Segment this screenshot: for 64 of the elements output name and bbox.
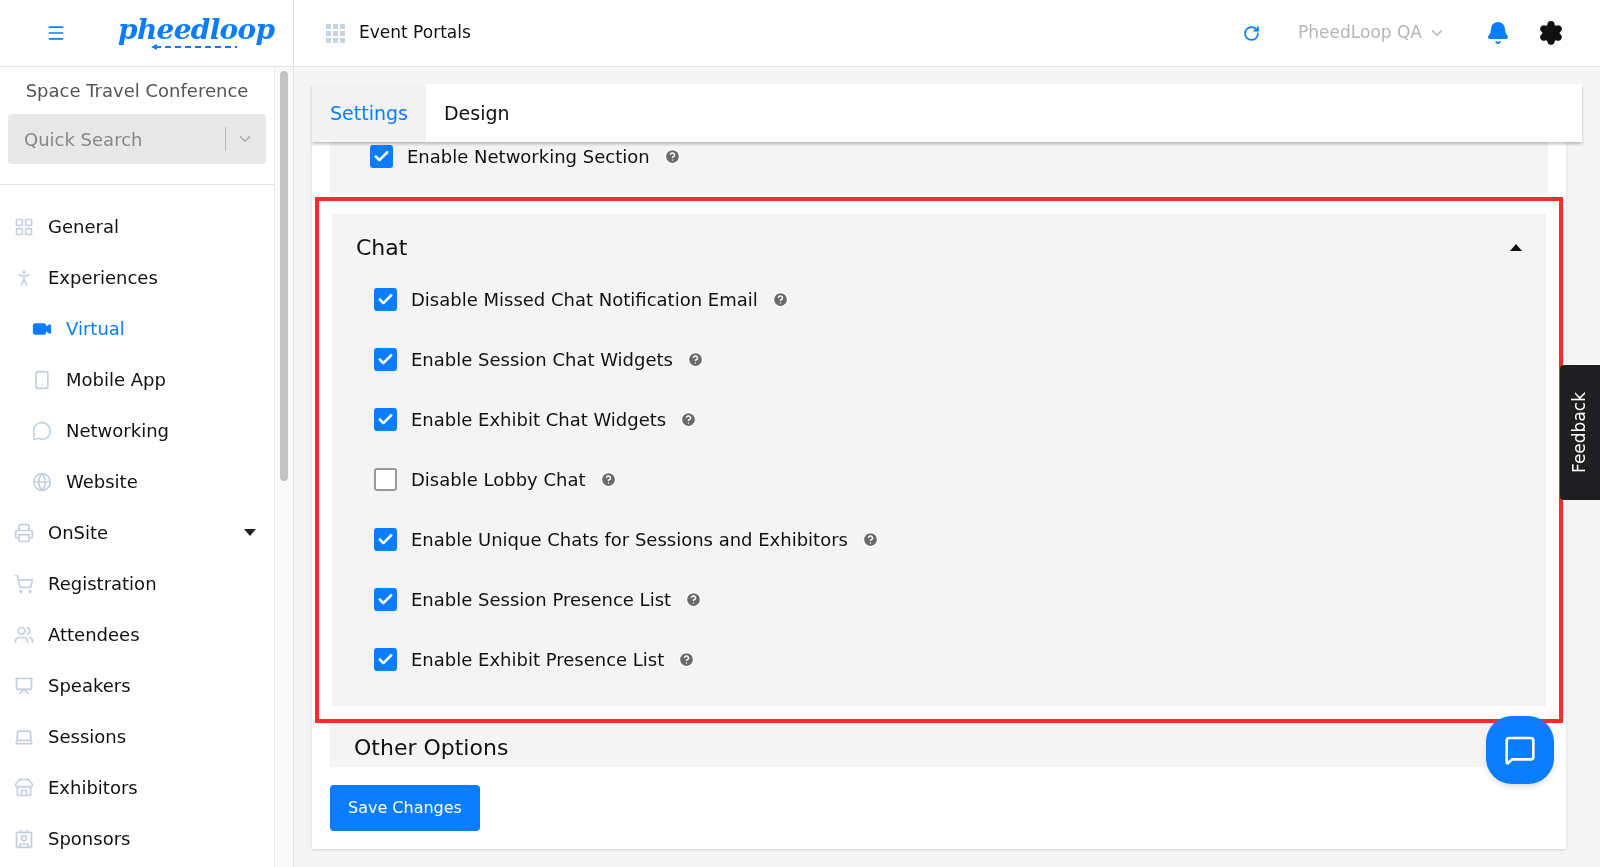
checkbox[interactable] [374,348,397,372]
event-name: Space Travel Conference [24,79,250,103]
checkbox[interactable] [370,144,393,168]
sidebar-item[interactable]: Attendees [0,609,275,660]
sidebar-item[interactable]: Sessions [0,711,275,762]
sidebar-item[interactable]: Sponsors [0,813,275,864]
sidebar-item[interactable]: Website [0,456,275,507]
sidebar-item[interactable]: Exhibitors [0,762,275,813]
option-label: Enable Exhibit Presence List [411,648,665,673]
option-label: Disable Lobby Chat [411,468,586,493]
checkbox[interactable] [374,588,397,612]
cart-icon [14,573,34,594]
option-label: Enable Session Chat Widgets [411,348,673,373]
feedback-tab[interactable]: Feedback [1560,365,1600,500]
option-label: Enable Networking Section [407,144,650,169]
presentation-icon [14,675,34,696]
id-card-icon [14,828,34,849]
help-icon[interactable] [599,471,617,489]
save-changes-button[interactable]: Save Changes [330,785,480,831]
help-icon[interactable] [678,651,696,669]
collapse-caret-icon[interactable] [1510,244,1522,252]
grid-icon [14,216,34,237]
help-icon[interactable] [680,411,698,429]
globe-icon [32,471,52,492]
caret-icon[interactable] [244,529,257,536]
people-icon [14,624,34,645]
chat-bubble-icon [1504,734,1536,766]
checkbox[interactable] [374,528,397,552]
help-icon[interactable] [685,591,703,609]
option-label: Enable Exhibit Chat Widgets [411,408,667,433]
sidebar-item[interactable]: Registration [0,558,275,609]
refresh-icon[interactable] [1243,24,1261,42]
scrollbar-thumb[interactable] [280,71,289,481]
option-label: Enable Unique Chats for Sessions and Exhibitors [411,528,848,553]
section-title: Other Options [354,734,509,760]
tab[interactable]: Design [425,84,528,142]
help-icon[interactable] [687,351,704,369]
sidebar-item[interactable]: Networking [0,405,275,456]
phone-icon [32,369,52,390]
sidebar-item[interactable]: Mobile App [0,354,275,405]
help-icon[interactable] [663,147,681,165]
printer-icon [14,522,34,543]
storefront-icon [14,777,34,798]
option-label: Disable Missed Chat Notification Email [411,288,758,313]
sidebar-item[interactable]: General [0,201,275,252]
checkbox[interactable] [374,468,397,492]
quick-search-field[interactable]: Quick Search [8,114,267,164]
checkbox[interactable] [374,648,397,672]
sidebar-item[interactable]: Virtual [0,303,275,354]
page-title: Event Portals [359,21,471,45]
checkbox[interactable] [374,288,397,312]
help-icon[interactable] [861,531,879,549]
logo[interactable]: pheedloop [118,16,275,50]
sidebar-item[interactable]: OnSite [0,507,275,558]
option-label: Enable Session Presence List [411,588,672,613]
sidebar-item[interactable]: Experiences [0,252,275,303]
checkbox[interactable] [374,408,397,432]
tab[interactable]: Settings [312,84,426,142]
menu-icon[interactable] [46,23,66,43]
help-icon[interactable] [771,291,789,309]
section-title: Chat [356,234,408,263]
notification-bell-icon[interactable] [1486,21,1510,45]
speech-bubble-icon [32,420,52,441]
sidebar-item[interactable]: Speakers [0,660,275,711]
